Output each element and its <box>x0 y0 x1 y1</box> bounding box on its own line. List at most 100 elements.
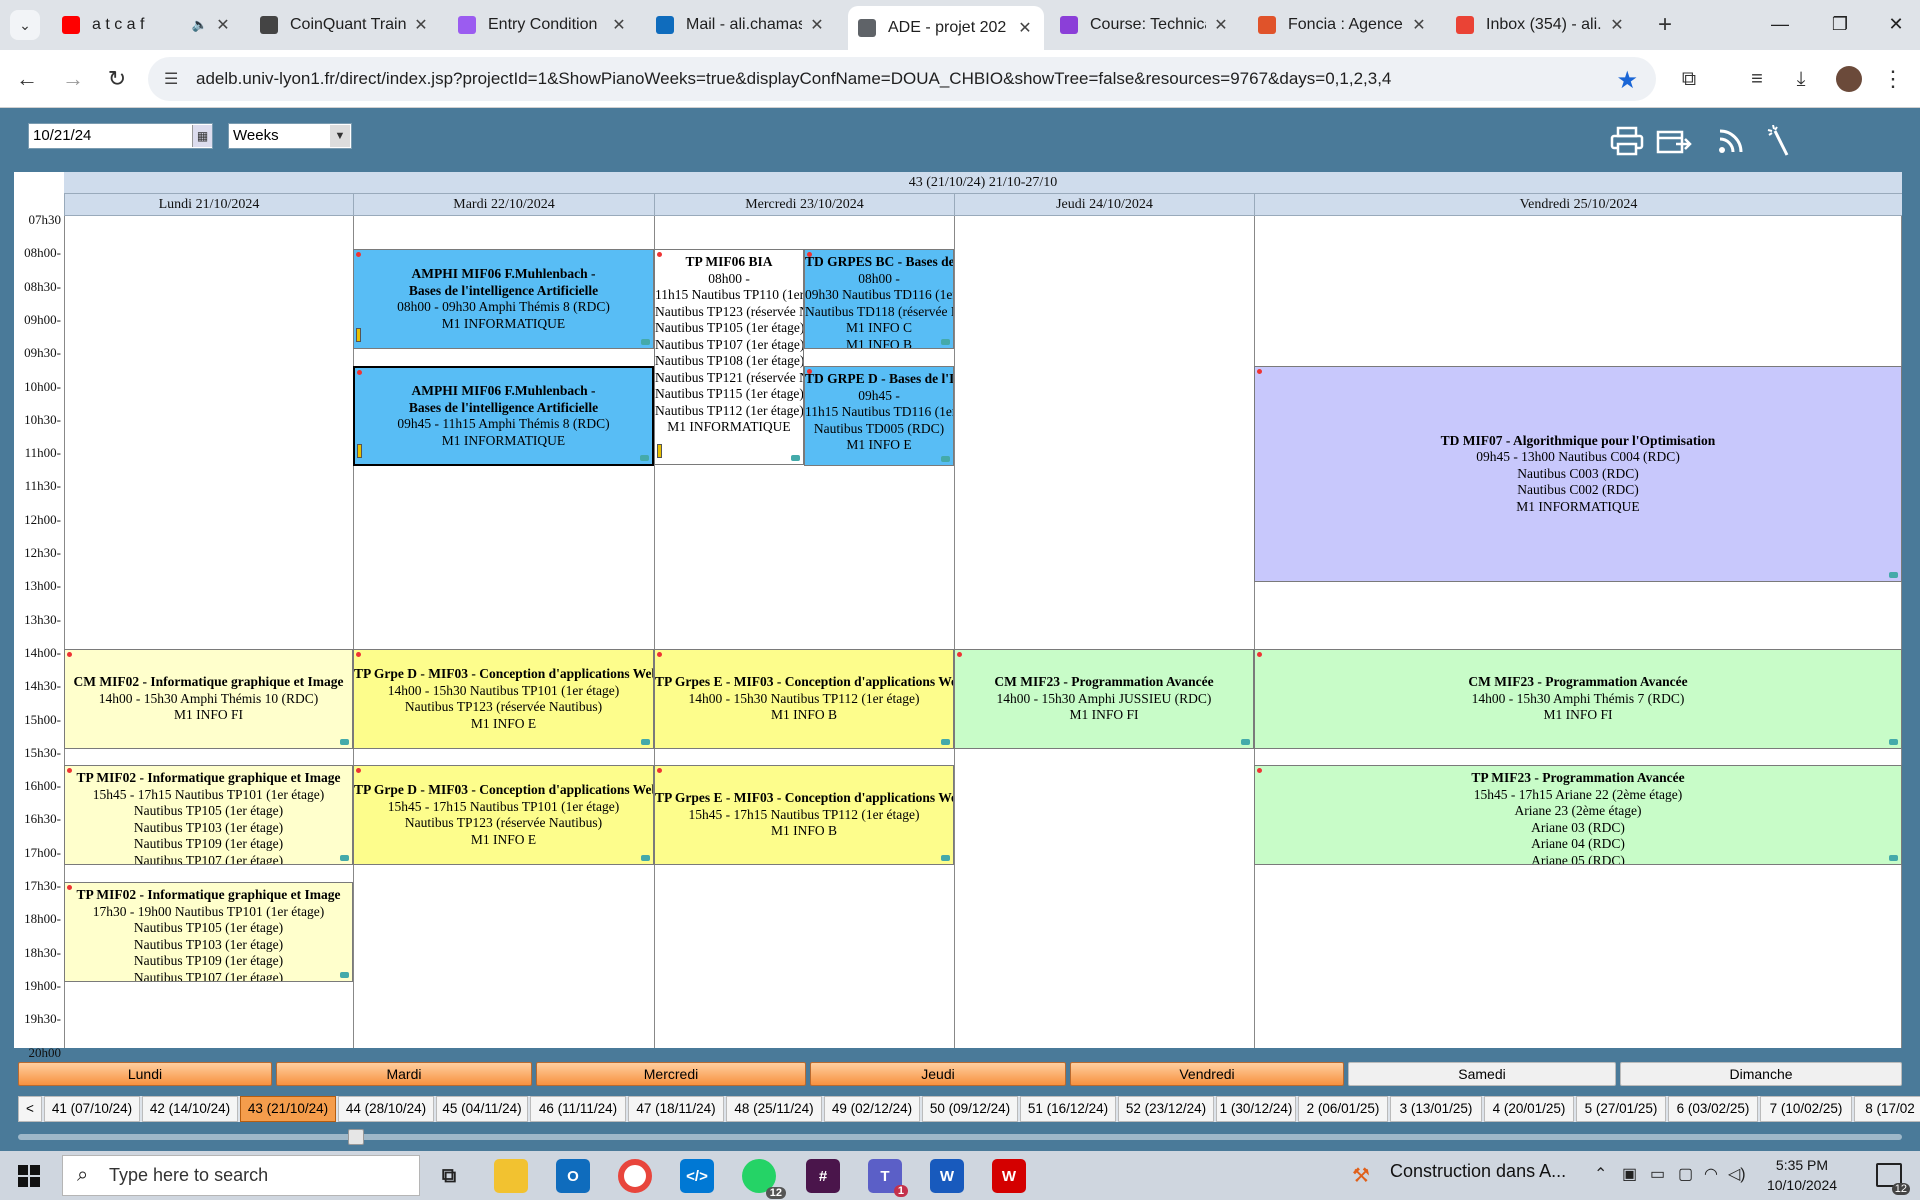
week-tab[interactable]: 50 (09/12/24) <box>922 1096 1018 1122</box>
bookmark-star-icon[interactable]: ★ <box>1616 66 1638 95</box>
day-header[interactable]: Vendredi 25/10/2024 <box>1254 194 1902 216</box>
url-field[interactable]: ☰ adelb.univ-lyon1.fr/direct/index.jsp?p… <box>148 57 1656 101</box>
print-icon[interactable] <box>1608 122 1646 160</box>
browser-tab[interactable]: Mail - ali.chamas ✕ <box>646 8 836 42</box>
week-tab[interactable]: 46 (11/11/24) <box>530 1096 626 1122</box>
calendar-event[interactable]: TD MIF07 - Algorithmique pour l'Optimisa… <box>1254 366 1902 582</box>
calendar-event[interactable]: TD GRPES BC - Bases de l'IA08h00 -09h30 … <box>804 249 954 349</box>
calendar-event[interactable]: AMPHI MIF06 F.Muhlenbach - Bases de l'int… <box>353 249 654 349</box>
windows-start-icon[interactable] <box>18 1165 40 1187</box>
battery-icon[interactable]: ▭ <box>1650 1164 1665 1184</box>
close-tab-icon[interactable]: ✕ <box>808 15 826 35</box>
calendar-event[interactable]: TP Grpes E - MIF03 - Conception d'applic… <box>654 765 954 865</box>
calendar-event[interactable]: TP Grpe D - MIF03 - Conception d'applica… <box>353 765 654 865</box>
magic-wand-icon[interactable] <box>1762 122 1800 160</box>
week-tab[interactable]: 4 (20/01/25) <box>1484 1096 1574 1122</box>
notification-text[interactable]: Construction dans A... <box>1390 1161 1566 1182</box>
week-tab[interactable]: 6 (03/02/25) <box>1668 1096 1758 1122</box>
minimize-button[interactable]: — <box>1750 6 1810 42</box>
new-tab-button[interactable]: + <box>1648 8 1682 42</box>
calendar-event[interactable]: CM MIF23 - Programmation Avancée 14h00 - … <box>954 649 1254 749</box>
calendar-picker-icon[interactable]: ▦ <box>192 125 212 147</box>
browser-tab[interactable]: Entry Condition ✕ <box>448 8 638 42</box>
tab-search-button[interactable]: ⌄ <box>10 10 40 40</box>
file-explorer-icon[interactable] <box>494 1159 528 1193</box>
audio-icon[interactable]: 🔈 <box>192 17 208 33</box>
calendar-event[interactable]: TP Grpe D - MIF03 - Conception d'applica… <box>353 649 654 749</box>
browser-menu-icon[interactable]: ⋮ <box>1876 62 1910 96</box>
reload-button[interactable]: ↻ <box>100 62 134 96</box>
export-icon[interactable] <box>1656 122 1694 160</box>
chrome-icon[interactable] <box>618 1159 652 1193</box>
browser-tab[interactable]: ADE - projet 202 ✕ <box>848 6 1044 50</box>
display-icon[interactable]: ▢ <box>1678 1164 1693 1184</box>
week-tab[interactable]: 48 (25/11/24) <box>726 1096 822 1122</box>
close-tab-icon[interactable]: ✕ <box>1410 15 1428 35</box>
close-tab-icon[interactable]: ✕ <box>1212 15 1230 35</box>
browser-tab[interactable]: Course: Technica ✕ <box>1050 8 1240 42</box>
chevron-down-icon[interactable]: ▼ <box>330 125 350 147</box>
browser-tab[interactable]: CoinQuant Traini ✕ <box>250 8 440 42</box>
calendar-event[interactable]: TP Grpes E - MIF03 - Conception d'applic… <box>654 649 954 749</box>
slack-icon[interactable]: # <box>806 1159 840 1193</box>
week-tab[interactable]: 1 (30/12/24) <box>1216 1096 1296 1122</box>
day-tab[interactable]: Mercredi <box>536 1062 806 1086</box>
week-tab[interactable]: 3 (13/01/25) <box>1390 1096 1482 1122</box>
taskbar-search-field[interactable]: ⌕ Type here to search <box>62 1155 420 1196</box>
week-tab[interactable]: 5 (27/01/25) <box>1576 1096 1666 1122</box>
calendar-event[interactable]: TD GRPE D - Bases de l'IA 09h45 -11h15 Na… <box>804 366 954 466</box>
meet-icon[interactable]: ▣ <box>1622 1164 1637 1184</box>
word-icon[interactable]: W <box>930 1159 964 1193</box>
week-tab[interactable]: 7 (10/02/25) <box>1760 1096 1852 1122</box>
day-tab[interactable]: Jeudi <box>810 1062 1066 1086</box>
site-info-icon[interactable]: ☰ <box>164 69 184 89</box>
close-tab-icon[interactable]: ✕ <box>412 15 430 35</box>
vscode-icon[interactable]: </> <box>680 1159 714 1193</box>
day-header[interactable]: Lundi 21/10/2024 <box>64 194 353 216</box>
back-button[interactable]: ← <box>10 62 44 96</box>
profile-avatar[interactable] <box>1836 66 1862 92</box>
calendar-event[interactable]: TP MIF06 BIA 08h00 -11h15 Nautibus TP110 … <box>654 249 804 465</box>
browser-tab[interactable]: Inbox (354) - ali. ✕ <box>1446 8 1636 42</box>
download-icon[interactable]: ⤓ <box>1784 62 1818 96</box>
day-tab[interactable]: Lundi <box>18 1062 272 1086</box>
day-tab[interactable]: Vendredi <box>1070 1062 1344 1086</box>
extensions-icon[interactable]: ⧉ <box>1672 62 1706 96</box>
day-tab[interactable]: Samedi <box>1348 1062 1616 1086</box>
close-tab-icon[interactable]: ✕ <box>1608 15 1626 35</box>
week-tab[interactable]: 44 (28/10/24) <box>338 1096 434 1122</box>
calendar-event[interactable]: AMPHI MIF06 F.Muhlenbach - Bases de l'int… <box>353 366 654 466</box>
close-tab-icon[interactable]: ✕ <box>1016 18 1034 38</box>
action-center-icon[interactable]: 12 <box>1876 1163 1910 1195</box>
wifi-icon[interactable]: ◠ <box>1704 1164 1718 1184</box>
calendar-event[interactable]: CM MIF23 - Programmation Avancée 14h00 - … <box>1254 649 1902 749</box>
close-tab-icon[interactable]: ✕ <box>214 15 232 35</box>
week-tab[interactable]: 45 (04/11/24) <box>436 1096 528 1122</box>
prev-week-button[interactable]: < <box>18 1096 42 1122</box>
day-header[interactable]: Mercredi 23/10/2024 <box>654 194 954 216</box>
scroll-thumb[interactable] <box>348 1129 364 1145</box>
week-tab[interactable]: 47 (18/11/24) <box>628 1096 724 1122</box>
outlook-icon[interactable]: O <box>556 1159 590 1193</box>
teams-icon[interactable]: T 1 <box>868 1159 908 1197</box>
taskbar-clock[interactable]: 5:35 PM 10/10/2024 <box>1752 1155 1852 1195</box>
calendar-event[interactable]: TP MIF02 - Informatique graphique et Ima… <box>64 882 353 982</box>
media-control-icon[interactable]: ≡ <box>1740 62 1774 96</box>
week-tab[interactable]: 52 (23/12/24) <box>1118 1096 1214 1122</box>
calendar-event[interactable]: CM MIF02 - Informatique graphique et Ima… <box>64 649 353 749</box>
week-tab[interactable]: 8 (17/02 <box>1854 1096 1920 1122</box>
day-header[interactable]: Jeudi 24/10/2024 <box>954 194 1254 216</box>
week-tab[interactable]: 2 (06/01/25) <box>1298 1096 1388 1122</box>
maximize-button[interactable]: ❐ <box>1810 6 1870 42</box>
week-tab[interactable]: 43 (21/10/24) <box>240 1096 336 1122</box>
browser-tab[interactable]: Foncia : Agence ✕ <box>1248 8 1438 42</box>
close-tab-icon[interactable]: ✕ <box>610 15 628 35</box>
app-w-icon[interactable]: W <box>992 1159 1026 1193</box>
tray-chevron-icon[interactable]: ⌃ <box>1594 1164 1607 1184</box>
browser-tab[interactable]: a t c a f 🔈 ✕ <box>52 8 242 42</box>
date-field[interactable]: 10/21/24 <box>28 123 213 149</box>
calendar-event[interactable]: TP MIF02 - Informatique graphique et Ima… <box>64 765 353 865</box>
whatsapp-icon[interactable]: 12 <box>742 1159 786 1199</box>
day-header[interactable]: Mardi 22/10/2024 <box>353 194 654 216</box>
week-tab[interactable]: 51 (16/12/24) <box>1020 1096 1116 1122</box>
